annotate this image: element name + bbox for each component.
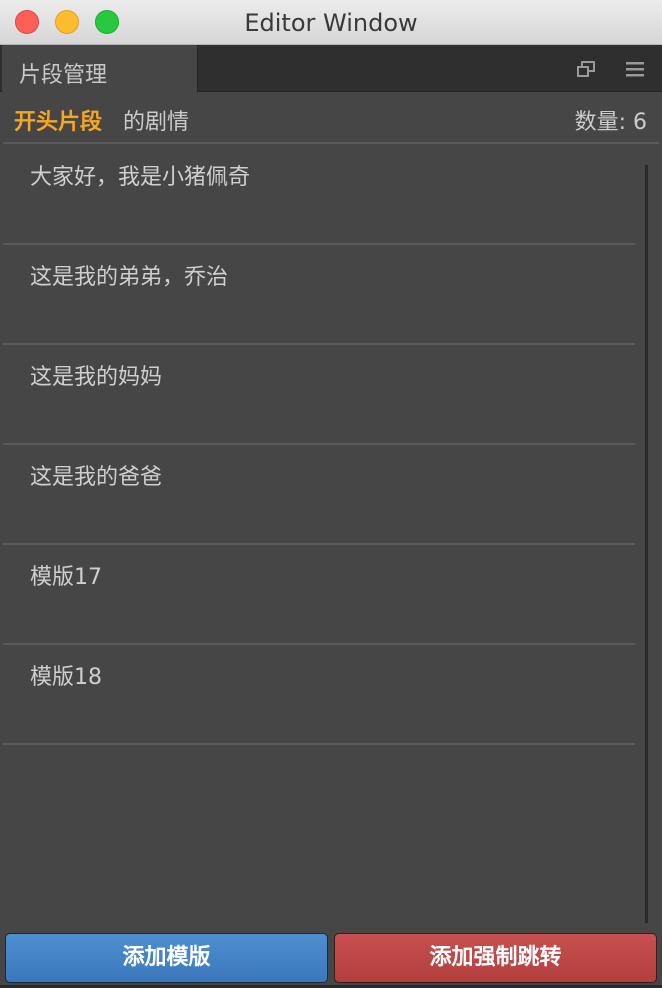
header-suffix: 的剧情	[123, 110, 190, 135]
list-item-label: 大家好，我是小猪佩奇	[30, 165, 251, 190]
list-item-label: 模版18	[30, 665, 102, 690]
tab-label: 片段管理	[19, 63, 108, 88]
list-header: 开头片段 的剧情 数量: 6	[3, 92, 659, 144]
list-item[interactable]: 这是我的弟弟，乔治	[3, 245, 635, 345]
vertical-scrollbar[interactable]	[645, 165, 648, 923]
window-title: Editor Window	[244, 9, 418, 37]
list-item[interactable]: 大家好，我是小猪佩奇	[3, 145, 635, 245]
list-item-label: 模版17	[30, 565, 102, 590]
add-forced-jump-button[interactable]: 添加强制跳转	[334, 933, 657, 983]
list-item-label: 这是我的弟弟，乔治	[30, 265, 229, 290]
list-item[interactable]: 这是我的爸爸	[3, 445, 635, 545]
list-item[interactable]: 这是我的妈妈	[3, 345, 635, 445]
restore-icon[interactable]	[577, 61, 595, 77]
tab-segment-manager[interactable]: 片段管理	[2, 45, 198, 92]
list-item-label: 这是我的妈妈	[30, 365, 163, 390]
segment-name: 开头片段	[14, 110, 103, 135]
add-template-button[interactable]: 添加模版	[5, 933, 328, 983]
item-count: 数量: 6	[574, 110, 647, 135]
dialogue-list: 大家好，我是小猪佩奇 这是我的弟弟，乔治 这是我的妈妈 这是我的爸爸 模版17 …	[3, 145, 635, 925]
tab-bar: 片段管理	[0, 45, 662, 92]
list-item[interactable]: 模版18	[3, 645, 635, 745]
list-item-label: 这是我的爸爸	[30, 465, 163, 490]
editor-window: Editor Window 片段管理 开头片段 的剧情 数量: 6 大家好，我是…	[0, 0, 662, 988]
title-bar[interactable]: Editor Window	[0, 0, 662, 45]
list-item[interactable]: 模版17	[3, 545, 635, 645]
menu-icon[interactable]	[625, 61, 645, 77]
